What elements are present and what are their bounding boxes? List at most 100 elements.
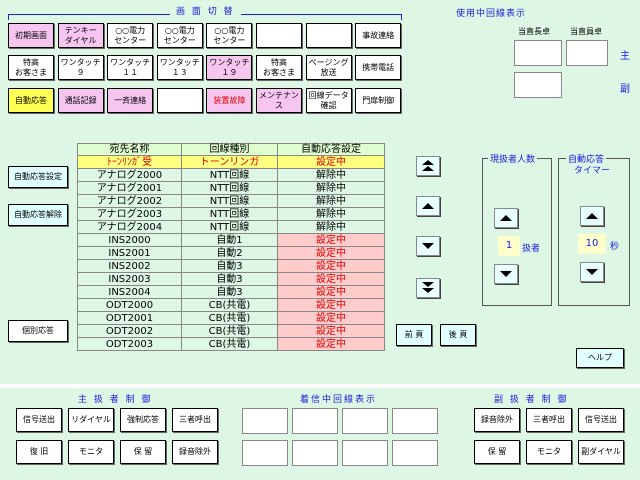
scroll-down-button[interactable] [416, 236, 440, 256]
paging-broadcast-button[interactable]: ページング 放送 [305, 55, 352, 80]
auto-setting-button[interactable]: 自動応答設定 [8, 166, 68, 188]
table-row[interactable]: INS2001 自動2 設定中 [77, 246, 385, 260]
power-center-button-3[interactable]: ○○電力 センター [206, 23, 253, 48]
table-row[interactable]: アナログ2001 NTT回線 解除中 [77, 181, 385, 195]
table-row[interactable]: INS2000 自動1 設定中 [77, 233, 385, 247]
table-row[interactable]: INS2003 自動3 設定中 [77, 272, 385, 286]
individual-response-button[interactable]: 個別応答 [8, 320, 68, 342]
sub-dial-button[interactable]: 副ダイヤル [578, 440, 624, 464]
onetouch-19-button[interactable]: ワンタッチ １９ [206, 55, 253, 80]
table-row[interactable]: ODT2000 CB(共電) 設定中 [77, 298, 385, 312]
blank-button-2[interactable] [305, 23, 352, 48]
gate-control-button[interactable]: 門扉制御 [355, 88, 402, 113]
timer-unit: 秒 [610, 242, 620, 252]
table-row[interactable]: アナログ2000 NTT回線 解除中 [77, 168, 385, 182]
special-customer-button-1[interactable]: 特高 お客さま [8, 55, 54, 80]
scroll-up-button[interactable] [416, 196, 440, 216]
blank-button-1[interactable] [256, 23, 302, 48]
onetouch-9-button[interactable]: ワンタッチ ９ [57, 55, 104, 80]
scroll-top-button[interactable] [416, 156, 440, 176]
present-people-title: 現扱者人数 [488, 152, 538, 165]
recording-exclude-button[interactable]: 録音除外 [172, 440, 218, 464]
initial-screen-button[interactable]: 初期画面 [8, 23, 54, 48]
cell-auto: 設定中 [277, 259, 385, 273]
timer-up-button[interactable] [580, 206, 604, 226]
onetouch-11-button[interactable]: ワンタッチ １１ [107, 55, 154, 80]
cell-name: ODT2003 [77, 337, 182, 351]
restore-button[interactable]: 復 旧 [16, 440, 62, 464]
redial-button[interactable]: リダイヤル [68, 408, 114, 432]
cell-auto: 解除中 [277, 168, 385, 182]
table-row[interactable]: アナログ2004 NTT回線 解除中 [77, 220, 385, 234]
cell-auto: 設定中 [277, 272, 385, 286]
sub-label: 副 [620, 84, 630, 95]
incoming-line-slot[interactable] [392, 440, 438, 466]
cell-name: INS2004 [77, 285, 182, 299]
monitor-button[interactable]: モニタ [68, 440, 114, 464]
people-unit: 扱者 [522, 244, 541, 254]
table-row[interactable]: ODT2001 CB(共電) 設定中 [77, 311, 385, 325]
incoming-line-slot[interactable] [392, 408, 438, 434]
sub-monitor-button[interactable]: モニタ [526, 440, 572, 464]
accident-contact-button[interactable]: 事故連絡 [355, 23, 402, 48]
broadcast-contact-button[interactable]: 一斉連絡 [107, 88, 154, 113]
sub-three-party-call-button[interactable]: 三者呼出 [526, 408, 572, 432]
table-row[interactable]: アナログ2002 NTT回線 解除中 [77, 194, 385, 208]
incoming-line-slot[interactable] [342, 440, 388, 466]
sub-signal-send-button[interactable]: 信号送出 [578, 408, 624, 432]
call-log-button[interactable]: 通話記録 [57, 88, 104, 113]
tenkey-dial-button[interactable]: テンキー ダイヤル [57, 23, 104, 48]
sub-recording-exclude-button[interactable]: 録音除外 [474, 408, 520, 432]
people-up-button[interactable] [494, 208, 518, 228]
table-row[interactable]: INS2004 自動3 設定中 [77, 285, 385, 299]
table-subheader-row[interactable]: ﾄｰﾝﾘﾝｶﾞ受 トーンリンガ 設定中 [77, 155, 385, 169]
table-row[interactable]: ODT2002 CB(共電) 設定中 [77, 324, 385, 338]
line-data-button[interactable]: 回線データ 確認 [305, 88, 352, 113]
power-center-button-1[interactable]: ○○電力 センター [107, 23, 154, 48]
hold-button[interactable]: 保 留 [120, 440, 166, 464]
sub-ctrl-title: 副 扱 者 制 御 [494, 395, 569, 405]
three-party-call-button[interactable]: 三者呼出 [172, 408, 218, 432]
mobile-phone-button[interactable]: 携帯電話 [355, 55, 402, 80]
col-header-type: 回線種別 [181, 143, 278, 156]
sub-hold-button[interactable]: 保 留 [474, 440, 520, 464]
scroll-bottom-button[interactable] [416, 278, 440, 298]
table-row[interactable]: ODT2003 CB(共電) 設定中 [77, 337, 385, 351]
maintenance-button[interactable]: メンテナン ス [256, 88, 302, 113]
signal-send-button[interactable]: 信号送出 [16, 408, 62, 432]
cell-type: 自動3 [181, 259, 278, 273]
incoming-line-slot[interactable] [342, 408, 388, 434]
incoming-line-slot[interactable] [242, 440, 288, 466]
down-arrow-icon [586, 269, 598, 275]
incoming-line-slot[interactable] [242, 408, 288, 434]
cell-auto: 解除中 [277, 220, 385, 234]
up-arrow-icon [586, 213, 598, 219]
timer-down-button[interactable] [580, 262, 604, 282]
in-use-main-head [514, 40, 562, 66]
table-row[interactable]: INS2002 自動3 設定中 [77, 259, 385, 273]
down-arrow-icon [422, 243, 434, 249]
cell-type: NTT回線 [181, 220, 278, 234]
auto-release-button[interactable]: 自動応答解除 [8, 204, 68, 226]
cell-type: 自動3 [181, 272, 278, 286]
onetouch-13-button[interactable]: ワンタッチ １３ [156, 55, 203, 80]
table-row[interactable]: アナログ2003 NTT回線 解除中 [77, 207, 385, 221]
down-arrow-icon [500, 271, 512, 277]
force-answer-button[interactable]: 強制応答 [120, 408, 166, 432]
prev-page-button[interactable]: 前 頁 [396, 324, 432, 346]
people-down-button[interactable] [494, 264, 518, 284]
incoming-line-slot[interactable] [292, 440, 338, 466]
blank-button-3[interactable] [156, 88, 203, 113]
special-customer-button-2[interactable]: 特高 お客さま [256, 55, 302, 80]
next-page-button[interactable]: 後 頁 [440, 324, 476, 346]
auto-answer-button[interactable]: 自動応答 [8, 88, 54, 113]
cell-name: アナログ2000 [77, 168, 182, 182]
power-center-button-2[interactable]: ○○電力 センター [156, 23, 203, 48]
incoming-line-slot[interactable] [292, 408, 338, 434]
help-button[interactable]: ヘルプ [576, 348, 624, 368]
up-arrow-icon [422, 203, 434, 209]
cell-name: INS2003 [77, 272, 182, 286]
cell-type: 自動2 [181, 246, 278, 260]
cell-auto: 設定中 [277, 233, 385, 247]
device-failure-button[interactable]: 装置故障 [206, 88, 253, 113]
